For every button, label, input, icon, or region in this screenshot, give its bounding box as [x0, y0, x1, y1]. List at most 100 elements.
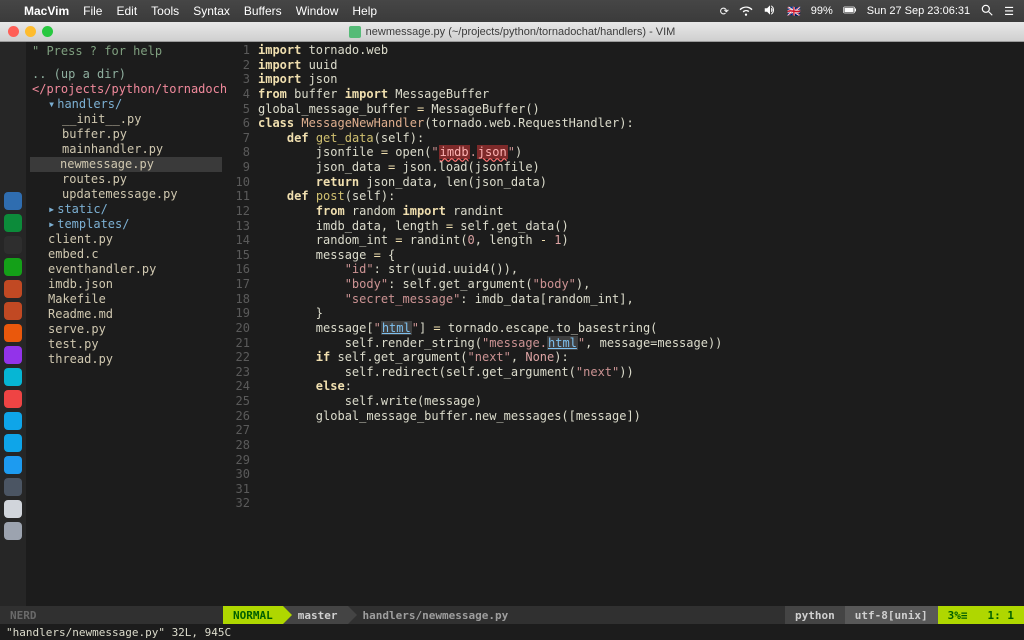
tree-file[interactable]: updatemessage.py [32, 187, 220, 202]
tree-label: newmessage.py [60, 157, 154, 171]
statusline: NERD NORMAL master handlers/newmessage.p… [0, 606, 1024, 624]
dock-app-7[interactable] [4, 346, 22, 364]
dock [0, 42, 26, 606]
volume-icon[interactable] [763, 3, 777, 20]
window-titlebar: newmessage.py (~/projects/python/tornado… [0, 22, 1024, 42]
tree-label: Readme.md [48, 307, 113, 321]
menu-buffers[interactable]: Buffers [244, 4, 282, 18]
tree-label: mainhandler.py [62, 142, 163, 156]
statusline-encoding: utf-8[unix] [845, 606, 938, 624]
nerdtree-help: " Press ? for help [32, 44, 220, 59]
statusline-inactive: NERD [0, 606, 223, 624]
close-button[interactable] [8, 26, 19, 37]
tree-dir[interactable]: ▸static/ [32, 202, 220, 217]
dock-app-15[interactable] [4, 522, 22, 540]
tree-file[interactable]: newmessage.py [30, 157, 222, 172]
tree-file[interactable]: Readme.md [32, 307, 220, 322]
dock-app-14[interactable] [4, 500, 22, 518]
menu-edit[interactable]: Edit [116, 4, 137, 18]
dock-app-0[interactable] [4, 192, 22, 210]
dock-app-3[interactable] [4, 258, 22, 276]
menu-help[interactable]: Help [352, 4, 377, 18]
tree-label: templates/ [57, 217, 129, 231]
nerdtree-sidebar[interactable]: " Press ? for help .. (up a dir) </proje… [26, 42, 226, 606]
tree-dir[interactable]: ▾handlers/ [32, 97, 220, 112]
tree-label: eventhandler.py [48, 262, 156, 276]
macos-menubar: MacVim File Edit Tools Syntax Buffers Window H… [0, 0, 1024, 22]
dock-app-10[interactable] [4, 412, 22, 430]
document-icon [349, 26, 361, 38]
dock-app-9[interactable] [4, 390, 22, 408]
menubar-menus: File Edit Tools Syntax Buffers Window Help [83, 4, 377, 18]
editor-workspace: " Press ? for help .. (up a dir) </proje… [0, 42, 1024, 606]
dock-app-8[interactable] [4, 368, 22, 386]
tree-label: routes.py [62, 172, 127, 186]
tree-file[interactable]: buffer.py [32, 127, 220, 142]
spotlight-icon[interactable] [980, 3, 994, 20]
tree-label: __init__.py [62, 112, 141, 126]
menu-syntax[interactable]: Syntax [193, 4, 230, 18]
tree-label: handlers/ [57, 97, 122, 111]
notification-center-icon[interactable]: ☰ [1004, 5, 1014, 18]
tree-toggle-icon[interactable]: ▸ [48, 217, 55, 231]
statusline-position: 1: 1 [978, 606, 1024, 624]
dock-app-4[interactable] [4, 280, 22, 298]
tree-file[interactable]: mainhandler.py [32, 142, 220, 157]
tree-file[interactable]: routes.py [32, 172, 220, 187]
flag-icon[interactable]: 🇬🇧 [787, 5, 801, 18]
tree-label: thread.py [48, 352, 113, 366]
statusline-path: handlers/newmessage.py [348, 606, 786, 624]
statusline-mode: NORMAL [223, 606, 283, 624]
window-title: newmessage.py (~/projects/python/tornado… [366, 26, 676, 38]
tree-file[interactable]: __init__.py [32, 112, 220, 127]
zoom-button[interactable] [42, 26, 53, 37]
source-text[interactable]: import tornado.webimport uuidimport json… [258, 43, 1024, 606]
menubar-clock[interactable]: Sun 27 Sep 23:06:31 [867, 5, 970, 17]
code-pane[interactable]: 1234567891011121314151617181920212223242… [226, 42, 1024, 606]
wifi-icon[interactable] [739, 3, 753, 20]
battery-percent: 99% [811, 5, 833, 17]
tree-label: imdb.json [48, 277, 113, 291]
battery-icon[interactable] [843, 3, 857, 20]
menubar-app-name[interactable]: MacVim [24, 4, 69, 18]
tree-file[interactable]: Makefile [32, 292, 220, 307]
traffic-lights [8, 26, 53, 37]
dock-app-6[interactable] [4, 324, 22, 342]
tree-label: test.py [48, 337, 99, 351]
menu-tools[interactable]: Tools [151, 4, 179, 18]
statusline-branch: master [283, 606, 348, 624]
dock-app-2[interactable] [4, 236, 22, 254]
tree-file[interactable]: client.py [32, 232, 220, 247]
nerdtree-cwd: </projects/python/tornadochat/ [32, 82, 220, 97]
sync-icon[interactable]: ⟳ [720, 5, 729, 18]
statusline-filetype: python [785, 606, 845, 624]
statusline-percent: 3% ≡ [938, 606, 978, 624]
line-gutter: 1234567891011121314151617181920212223242… [226, 43, 258, 606]
tree-file[interactable]: eventhandler.py [32, 262, 220, 277]
dock-app-12[interactable] [4, 456, 22, 474]
tree-label: serve.py [48, 322, 106, 336]
tree-dir[interactable]: ▸templates/ [32, 217, 220, 232]
tree-file[interactable]: thread.py [32, 352, 220, 367]
dock-app-11[interactable] [4, 434, 22, 452]
tree-label: buffer.py [62, 127, 127, 141]
tree-label: static/ [57, 202, 108, 216]
menu-window[interactable]: Window [296, 4, 339, 18]
tree-file[interactable]: serve.py [32, 322, 220, 337]
tree-label: updatemessage.py [62, 187, 178, 201]
dock-app-13[interactable] [4, 478, 22, 496]
menubar-tray: ⟳ 🇬🇧 99% Sun 27 Sep 23:06:31 ☰ [720, 3, 1014, 20]
menu-file[interactable]: File [83, 4, 102, 18]
tree-label: Makefile [48, 292, 106, 306]
tree-file[interactable]: embed.c [32, 247, 220, 262]
tree-file[interactable]: imdb.json [32, 277, 220, 292]
nerdtree-updir[interactable]: .. (up a dir) [32, 67, 220, 82]
tree-label: embed.c [48, 247, 99, 261]
tree-toggle-icon[interactable]: ▾ [48, 97, 55, 111]
command-line[interactable]: "handlers/newmessage.py" 32L, 945C [0, 624, 1024, 640]
tree-toggle-icon[interactable]: ▸ [48, 202, 55, 216]
dock-app-5[interactable] [4, 302, 22, 320]
dock-app-1[interactable] [4, 214, 22, 232]
tree-file[interactable]: test.py [32, 337, 220, 352]
minimize-button[interactable] [25, 26, 36, 37]
